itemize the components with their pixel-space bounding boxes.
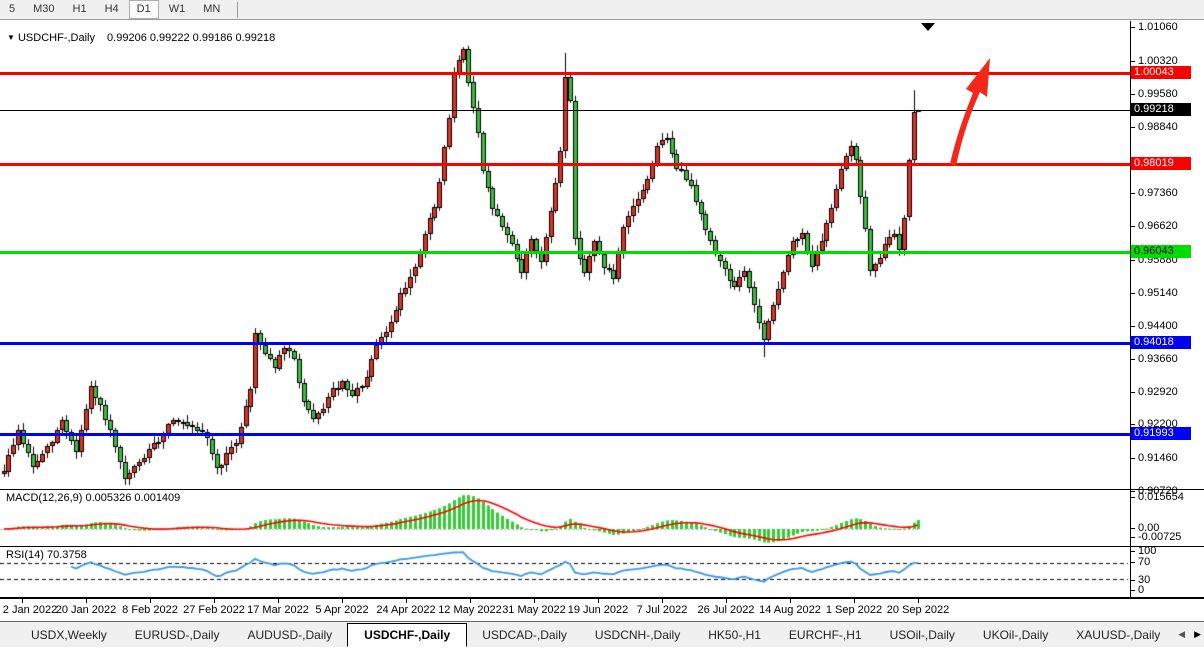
chart-tab-eurusd-daily[interactable]: EURUSD-,Daily	[122, 624, 233, 646]
date-axis-tick	[86, 599, 87, 603]
timeframe-toolbar: 5M30H1H4D1W1MN	[0, 0, 1204, 20]
rsi-label: RSI(14) 70.3758	[6, 549, 87, 561]
price-axis-tick	[1130, 260, 1135, 261]
date-axis-tick	[406, 599, 407, 603]
macd-label: MACD(12,26,9) 0.005326 0.001409	[6, 492, 180, 504]
chart-symbol-period: USDCHF-,Daily	[18, 32, 95, 44]
mt4-chart-window: 5M30H1H4D1W1MN ▼ USDCHF-,Daily 0.99206 0…	[0, 0, 1204, 647]
macd-axis-label-tick	[1130, 537, 1135, 538]
price-axis-tick	[1130, 359, 1135, 360]
date-axis-tick	[918, 599, 919, 603]
price-level-badge: 0.96043	[1131, 245, 1191, 258]
price-axis-tick	[1130, 392, 1135, 393]
toolbar-separator	[237, 2, 238, 18]
timeframe-button-d1[interactable]: D1	[129, 0, 159, 19]
chart-tab-usdx-weekly[interactable]: USDX,Weekly	[18, 624, 120, 646]
price-axis-label: 0.91460	[1138, 452, 1178, 464]
price-axis-label: 0.96620	[1138, 220, 1178, 232]
price-axis-label: 0.99580	[1138, 88, 1178, 100]
horizontal-level-line[interactable]	[0, 342, 1130, 345]
chart-tab-xauusd-daily[interactable]: XAUUSD-,Daily	[1063, 624, 1160, 646]
date-axis-tick	[854, 599, 855, 603]
tab-scroll-left-icon[interactable]: ◀	[1178, 628, 1185, 640]
date-axis-tick	[342, 599, 343, 603]
date-axis-tick	[534, 599, 535, 603]
price-level-badge: 0.94018	[1131, 336, 1191, 349]
timeframe-button-mn[interactable]: MN	[195, 0, 228, 19]
chart-tab-ukoil-daily[interactable]: UKOil-,Daily	[970, 624, 1061, 646]
rsi-axis-label: 0	[1138, 584, 1144, 596]
timeframe-button-5[interactable]: 5	[1, 0, 23, 19]
price-axis-tick	[1130, 326, 1135, 327]
price-axis-label: 0.92920	[1138, 386, 1178, 398]
rsi-indicator-pane: RSI(14) 70.3758	[0, 547, 1204, 598]
price-axis-label: 1.01060	[1138, 21, 1178, 33]
chart-tab-usdcnh-daily[interactable]: USDCNH-,Daily	[582, 624, 693, 646]
rsi-axis-label-tick	[1130, 590, 1135, 591]
date-axis-tick	[214, 599, 215, 603]
price-axis-tick	[1130, 226, 1135, 227]
timeframe-button-h1[interactable]: H1	[65, 0, 95, 19]
price-axis-label: 0.93660	[1138, 353, 1178, 365]
price-axis-tick	[1130, 127, 1135, 128]
price-axis-label: 0.97360	[1138, 187, 1178, 199]
title-collapse-icon[interactable]: ▼	[7, 33, 15, 42]
date-axis-tick	[662, 599, 663, 603]
tab-scroll-right-icon[interactable]: ▶	[1194, 628, 1201, 640]
chart-tab-audusd-daily[interactable]: AUDUSD-,Daily	[234, 624, 345, 646]
timeframe-button-m30[interactable]: M30	[25, 0, 62, 19]
price-axis-tick	[1130, 491, 1135, 492]
macd-axis-label: -0.00725	[1138, 531, 1181, 543]
last-bar-marker-icon	[921, 23, 935, 31]
chart-tab-usdchf-daily[interactable]: USDCHF-,Daily	[347, 623, 467, 647]
rsi-axis-label-tick	[1130, 562, 1135, 563]
price-axis-tick	[1130, 61, 1135, 62]
price-level-badge: 1.00043	[1131, 66, 1191, 79]
macd-axis-label-tick	[1130, 528, 1135, 529]
date-axis-label: 20 Sep 2022	[873, 604, 963, 616]
chart-title: ▼ USDCHF-,Daily 0.99206 0.99222 0.99186 …	[7, 32, 275, 44]
macd-axis-label: 0.015654	[1138, 491, 1184, 503]
price-axis-label: 0.95140	[1138, 287, 1178, 299]
chart-tabs-row: USDX,WeeklyEURUSD-,DailyAUDUSD-,DailyUSD…	[0, 622, 1160, 648]
chart-ohlc-values: 0.99206 0.99222 0.99186 0.99218	[107, 32, 275, 44]
rsi-axis-label-tick	[1130, 551, 1135, 552]
price-axis-tick	[1130, 424, 1135, 425]
price-level-badge: 0.98019	[1131, 157, 1191, 170]
price-level-badge: 0.99218	[1131, 103, 1191, 116]
trend-arrow-annotation[interactable]	[940, 54, 998, 168]
date-axis-tick	[598, 599, 599, 603]
chart-tabs-bar: USDX,WeeklyEURUSD-,DailyAUDUSD-,DailyUSD…	[0, 621, 1204, 647]
timeframe-button-w1[interactable]: W1	[161, 0, 194, 19]
price-level-badge: 0.91993	[1131, 427, 1191, 440]
price-axis-label: 0.94400	[1138, 320, 1178, 332]
date-axis-tick	[150, 599, 151, 603]
tab-scroll-arrows: ◀ ▶	[1178, 628, 1201, 640]
rsi-axis-label: 70	[1138, 556, 1150, 568]
date-axis-tick	[22, 599, 23, 603]
chart-tab-hk50-h1[interactable]: HK50-,H1	[695, 624, 774, 646]
price-axis-tick	[1130, 27, 1135, 28]
chart-tab-eurchf-h1[interactable]: EURCHF-,H1	[776, 624, 875, 646]
date-axis-tick	[278, 599, 279, 603]
price-chart-pane: ▼ USDCHF-,Daily 0.99206 0.99222 0.99186 …	[0, 21, 1204, 490]
chart-tab-usdcad-daily[interactable]: USDCAD-,Daily	[469, 624, 580, 646]
price-axis-tick	[1130, 458, 1135, 459]
macd-indicator-pane: MACD(12,26,9) 0.005326 0.001409	[0, 490, 1204, 547]
price-axis-tick	[1130, 94, 1135, 95]
timeframe-button-h4[interactable]: H4	[97, 0, 127, 19]
rsi-axis-label-tick	[1130, 580, 1135, 581]
macd-axis-label-tick	[1130, 497, 1135, 498]
date-axis-tick	[790, 599, 791, 603]
price-axis-tick	[1130, 193, 1135, 194]
horizontal-level-line[interactable]	[0, 433, 1130, 436]
price-axis-tick	[1130, 293, 1135, 294]
date-axis-tick	[470, 599, 471, 603]
date-axis[interactable]: 2 Jan 202220 Jan 20228 Feb 202227 Feb 20…	[0, 598, 1204, 621]
rsi-canvas[interactable]	[0, 547, 1130, 597]
chart-tab-usoil-daily[interactable]: USOil-,Daily	[877, 624, 968, 646]
date-axis-tick	[726, 599, 727, 603]
horizontal-level-line[interactable]	[0, 251, 1130, 254]
price-axis-label: 0.98840	[1138, 121, 1178, 133]
